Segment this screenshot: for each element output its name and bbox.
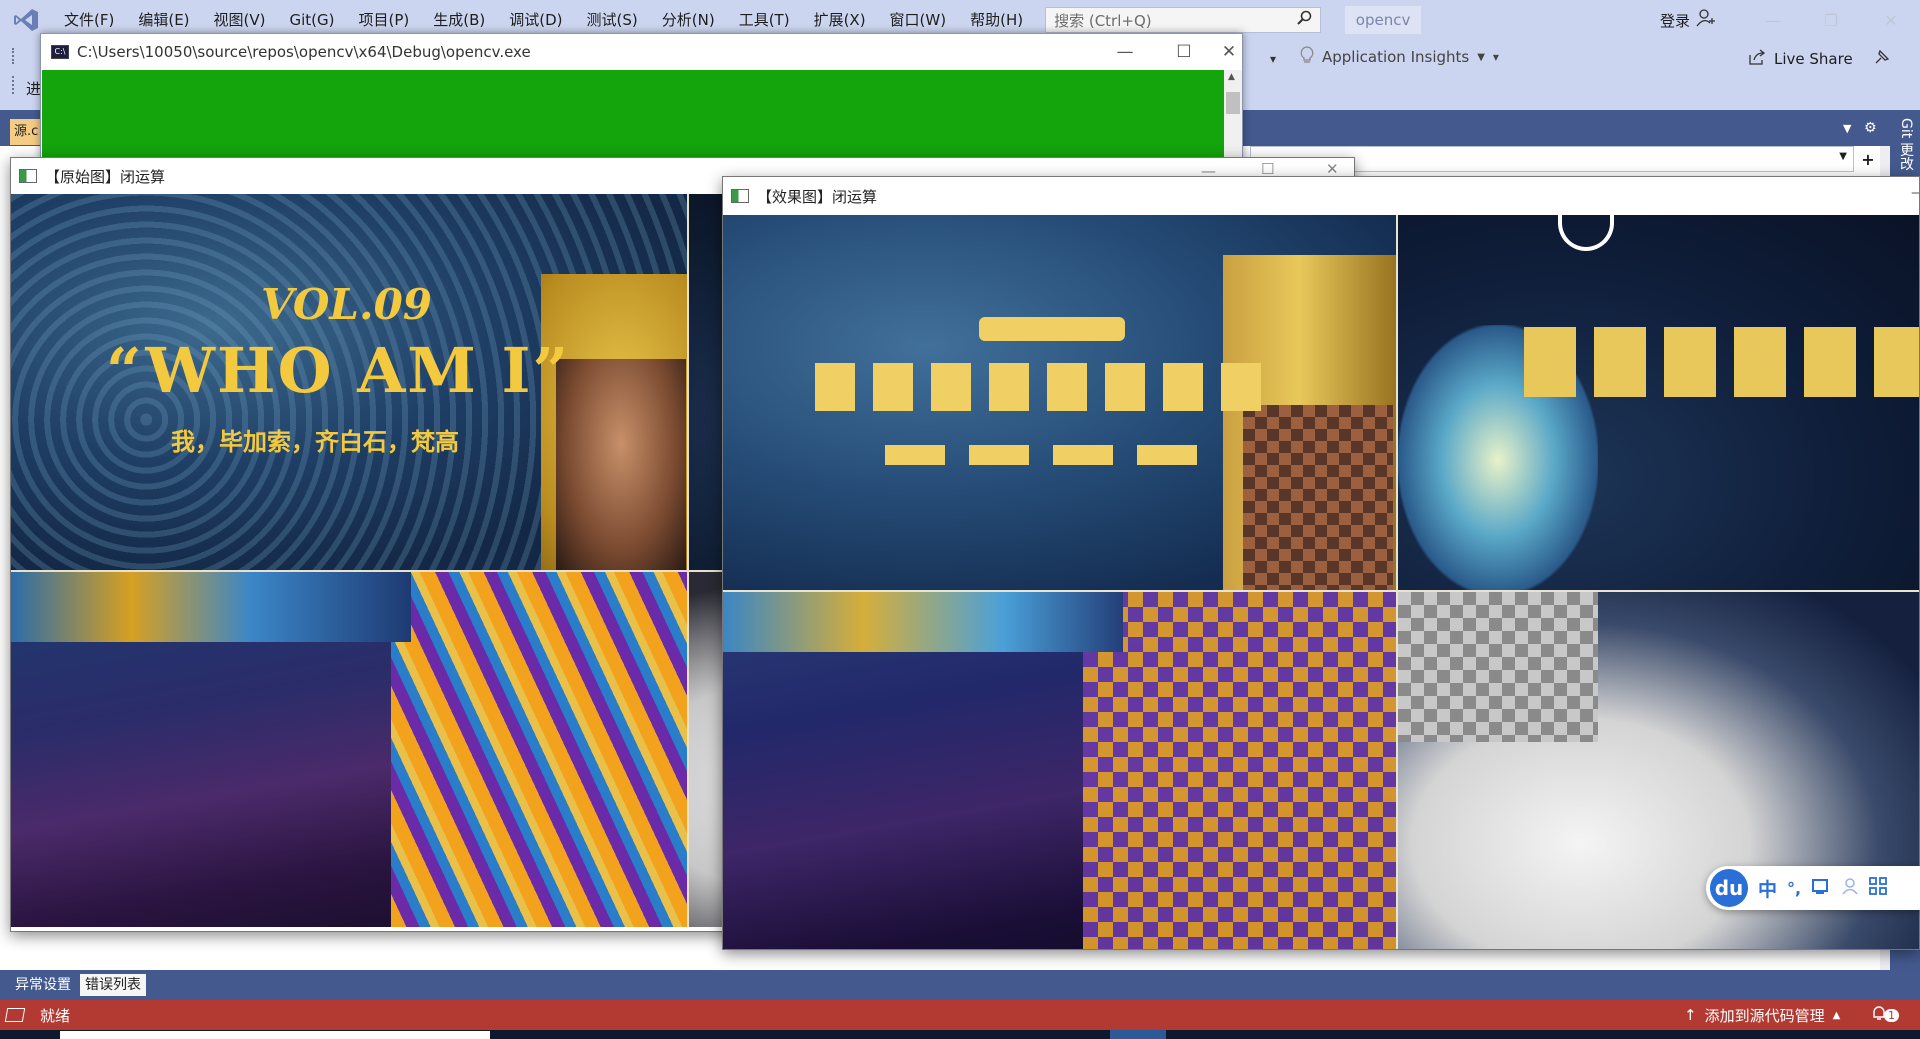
arrow-up-icon: ↑ (1684, 1006, 1697, 1024)
status-bar: 就绪 ↑ 添加到源代码管理 ▲ 1 (0, 1000, 1920, 1030)
live-share-label: Live Share (1774, 50, 1853, 68)
effect-band (723, 592, 1123, 652)
console-minimize-icon[interactable]: — (1096, 34, 1154, 70)
ime-language-toggle[interactable]: 中 (1758, 875, 1777, 902)
source-control-label: 添加到源代码管理 (1704, 1006, 1825, 1025)
effect-text-blob (815, 363, 1265, 411)
effect-minimize-icon[interactable]: — (1911, 185, 1919, 201)
original-window-title: 【原始图】闭运算 (45, 167, 166, 186)
effect-top-right-quadrant (1398, 215, 1919, 590)
psychedelic-quadrant (11, 572, 687, 927)
gear-icon[interactable]: ⚙ (1864, 120, 1877, 136)
effect-face-blocks (1243, 405, 1393, 590)
baidu-ime-logo[interactable]: du (1710, 869, 1748, 907)
ime-punctuation-toggle[interactable]: °, (1787, 879, 1801, 898)
console-output[interactable] (42, 70, 1241, 163)
ime-keyboard-icon[interactable] (1811, 877, 1831, 900)
tab-exception-settings[interactable]: 异常设置 (10, 974, 76, 996)
effect-gray-blocks (1398, 592, 1598, 742)
console-app-icon: C:\ (51, 45, 69, 59)
grid-divider-horizontal (723, 590, 1919, 592)
taskbar-active-app[interactable] (1110, 1030, 1166, 1039)
chevron-down-icon: ▼ (1839, 151, 1847, 162)
grid-divider-vertical (687, 194, 689, 927)
toolbar-grip-icon (12, 48, 18, 64)
image-window-icon (19, 169, 37, 183)
notification-count: 1 (1884, 1008, 1899, 1022)
effect-text-blob (979, 317, 1125, 341)
live-share-button[interactable]: Live Share (1748, 49, 1853, 69)
ime-grid-icon[interactable] (1869, 876, 1887, 900)
effect-psychedelic-quadrant (723, 592, 1396, 949)
login-button[interactable]: 登录 (1660, 0, 1716, 40)
split-view-icon[interactable]: + (1856, 146, 1880, 172)
share-icon (1748, 49, 1766, 69)
console-titlebar: C:\ C:\Users\10050\source\repos\opencv\x… (41, 34, 1242, 70)
add-to-source-control-button[interactable]: ↑ 添加到源代码管理 ▲ (1684, 1005, 1840, 1026)
face-shape (556, 359, 686, 570)
poster-volume: VOL.09 (261, 280, 433, 329)
console-title: C:\Users\10050\source\repos\opencv\x64\D… (77, 43, 531, 61)
image-window-icon (731, 189, 749, 203)
psychedelic-figure (391, 572, 687, 927)
scroll-thumb[interactable] (1226, 92, 1240, 114)
toolbar-grip-icon (12, 76, 18, 94)
chevron-up-icon: ▲ (1832, 1009, 1841, 1021)
login-label: 登录 (1660, 11, 1691, 30)
effect-text-blob (1524, 327, 1919, 397)
console-close-icon[interactable]: ✕ (1214, 34, 1244, 70)
lightbulb-icon (1300, 46, 1314, 68)
add-user-icon (1696, 9, 1716, 31)
console-window: C:\ C:\Users\10050\source\repos\opencv\x… (40, 33, 1243, 163)
scroll-up-icon[interactable]: ▲ (1228, 72, 1235, 82)
psychedelic-band (11, 572, 411, 642)
toolbar-overflow-icon[interactable]: ▾ (1270, 52, 1276, 66)
output-icon[interactable] (4, 1008, 26, 1022)
close-icon[interactable]: ✕ (1862, 0, 1920, 40)
solution-name-badge: opencv (1345, 6, 1422, 34)
effect-window-titlebar: 【效果图】闭运算 (723, 177, 1919, 215)
search-input[interactable]: 搜索 (Ctrl+Q) (1045, 7, 1322, 33)
toolbar-overflow-icon[interactable]: ▾ (1493, 50, 1499, 64)
status-text: 就绪 (40, 1006, 71, 1025)
chevron-down-icon: ▼ (1477, 51, 1485, 63)
poster-subtitle: 我，毕加索，齐白石，梵高 (171, 427, 459, 456)
ime-user-icon[interactable] (1841, 877, 1859, 900)
application-insights-label: Application Insights (1322, 48, 1470, 66)
effect-text-blob (885, 445, 1215, 465)
effect-image-window: 【效果图】闭运算 — (722, 176, 1920, 950)
grid-divider-vertical (1396, 215, 1398, 949)
search-placeholder: 搜索 (Ctrl+Q) (1054, 11, 1152, 30)
feedback-icon[interactable] (1873, 48, 1891, 70)
application-insights-button[interactable]: Application Insights ▼ ▾ (1300, 46, 1499, 68)
poster-quadrant: VOL.09 “WHO AM I” 我，毕加索，齐白石，梵高 (11, 194, 687, 570)
windows-taskbar (0, 1030, 1920, 1039)
taskbar-search-box[interactable] (60, 1031, 490, 1039)
effect-image (723, 215, 1919, 949)
git-changes-tab[interactable]: Git 更改 (1896, 118, 1916, 171)
notifications-button[interactable]: 1 (1870, 1004, 1899, 1026)
effect-window-title: 【效果图】闭运算 (757, 187, 878, 206)
toolbar-partial-label: 进 (26, 80, 42, 98)
tab-error-list[interactable]: 错误列表 (80, 974, 146, 996)
search-icon (1296, 10, 1312, 30)
minimize-icon[interactable]: — (1744, 0, 1802, 40)
effect-ring-shape (1558, 215, 1614, 251)
ime-toolbar: du 中 °, (1706, 866, 1920, 910)
effect-figure-blocks (1083, 592, 1396, 949)
console-maximize-icon[interactable]: ☐ (1155, 34, 1213, 70)
console-scrollbar[interactable]: ▲ (1224, 70, 1242, 163)
tab-list-dropdown-icon[interactable]: ▼ (1843, 122, 1851, 135)
restore-icon[interactable]: ❐ (1802, 0, 1860, 40)
poster-headline: “WHO AM I” (106, 334, 571, 407)
bottom-panel-tabs: 异常设置 错误列表 (0, 970, 1920, 1000)
effect-poster-quadrant (723, 215, 1396, 590)
